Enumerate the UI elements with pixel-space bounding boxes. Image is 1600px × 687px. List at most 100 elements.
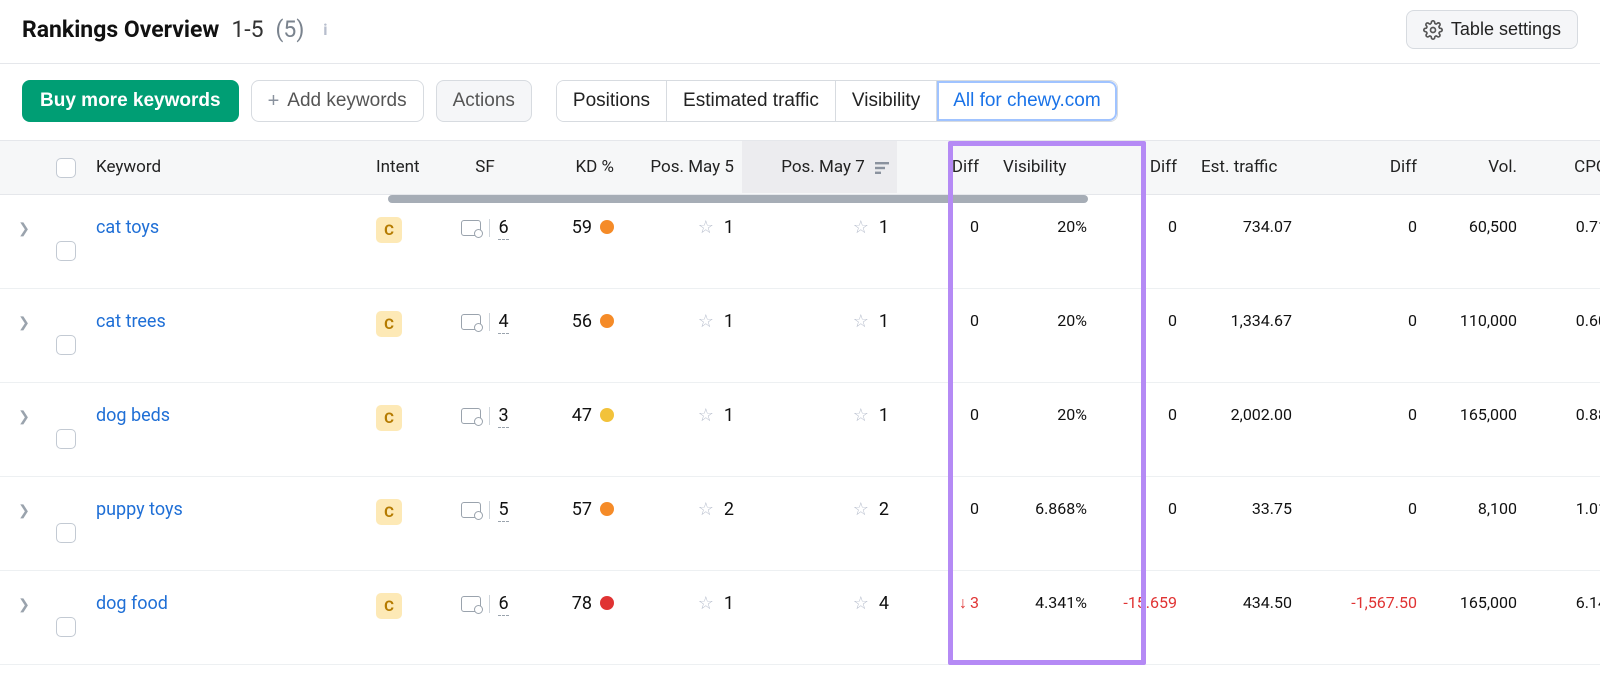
expand-row-chevron-icon[interactable]: ❯ xyxy=(0,383,48,425)
toolbar: Buy more keywords + Add keywords Actions… xyxy=(0,64,1600,140)
intent-badge: C xyxy=(376,217,402,243)
pos-may5: ☆1 xyxy=(698,405,734,426)
plus-icon: + xyxy=(268,91,280,111)
sf-count: 5 xyxy=(498,499,508,522)
star-icon: ☆ xyxy=(853,311,869,332)
th-diff3[interactable]: Diff xyxy=(1300,141,1425,193)
diff-pos: 0 xyxy=(897,383,987,446)
star-icon: ☆ xyxy=(853,593,869,614)
kd-value: 59 xyxy=(572,217,614,238)
diff-visibility: 0 xyxy=(1095,477,1185,540)
page-title: Rankings Overview xyxy=(22,16,219,43)
actions-button[interactable]: Actions xyxy=(436,80,532,122)
vol-value: 165,000 xyxy=(1425,383,1525,446)
serp-features[interactable]: 6 xyxy=(461,217,508,240)
table-settings-label: Table settings xyxy=(1451,19,1561,40)
select-all-checkbox[interactable] xyxy=(56,158,76,178)
diff-visibility: -15.659 xyxy=(1095,571,1185,634)
th-keyword[interactable]: Keyword xyxy=(88,141,368,193)
kd-value: 47 xyxy=(572,405,614,426)
title-wrap: Rankings Overview 1-5 (5) i xyxy=(22,16,334,43)
keyword-link[interactable]: dog food xyxy=(96,593,168,614)
sf-count: 6 xyxy=(498,593,508,616)
kd-dot-icon xyxy=(600,502,614,516)
star-icon: ☆ xyxy=(698,311,714,332)
th-vol[interactable]: Vol. xyxy=(1425,141,1525,193)
row-checkbox[interactable] xyxy=(56,429,76,449)
table-header: Keyword Intent SF KD % Pos. May 5 Pos. M… xyxy=(0,141,1600,195)
pos-may5: ☆1 xyxy=(698,311,734,332)
kd-dot-icon xyxy=(600,314,614,328)
visibility-value: 20% xyxy=(987,289,1095,352)
diff-est: 0 xyxy=(1300,383,1425,446)
diff-pos: 0 xyxy=(897,289,987,352)
seg-positions[interactable]: Positions xyxy=(557,81,667,121)
serp-features[interactable]: 3 xyxy=(461,405,508,428)
table-settings-button[interactable]: Table settings xyxy=(1406,10,1578,49)
est-traffic-value: 2,002.00 xyxy=(1185,383,1300,446)
th-cpc[interactable]: CPC xyxy=(1525,141,1600,193)
row-checkbox[interactable] xyxy=(56,241,76,261)
row-checkbox[interactable] xyxy=(56,523,76,543)
serp-features[interactable]: 4 xyxy=(461,311,508,334)
diff-est: 0 xyxy=(1300,477,1425,540)
buy-keywords-button[interactable]: Buy more keywords xyxy=(22,80,239,122)
expand-row-chevron-icon[interactable]: ❯ xyxy=(0,477,48,519)
seg-est-traffic[interactable]: Estimated traffic xyxy=(667,81,836,121)
cpc-value: 0.88 xyxy=(1525,383,1600,446)
keyword-link[interactable]: puppy toys xyxy=(96,499,183,520)
th-diff2[interactable]: Diff xyxy=(1095,141,1185,193)
visibility-value: 4.341% xyxy=(987,571,1095,634)
expand-row-chevron-icon[interactable]: ❯ xyxy=(0,195,48,237)
sf-count: 6 xyxy=(498,217,508,240)
h-scrollbar[interactable] xyxy=(388,195,1600,203)
diff-est: 0 xyxy=(1300,195,1425,258)
pos-may7: ☆4 xyxy=(853,593,889,614)
kd-value: 56 xyxy=(572,311,614,332)
intent-badge: C xyxy=(376,311,402,337)
th-sf[interactable]: SF xyxy=(440,141,530,193)
table-row: ❯ cat trees C 4 56 ☆1 ☆1 0 20% 0 1,334.6… xyxy=(0,289,1600,383)
table-row: ❯ puppy toys C 5 57 ☆2 ☆2 0 6.868% 0 33.… xyxy=(0,477,1600,571)
vol-value: 8,100 xyxy=(1425,477,1525,540)
star-icon: ☆ xyxy=(698,499,714,520)
th-diff1[interactable]: Diff xyxy=(897,141,987,193)
th-pos-may5[interactable]: Pos. May 5 xyxy=(622,141,742,193)
vol-value: 165,000 xyxy=(1425,571,1525,634)
pos-may5: ☆1 xyxy=(698,217,734,238)
expand-row-chevron-icon[interactable]: ❯ xyxy=(0,289,48,331)
est-traffic-value: 734.07 xyxy=(1185,195,1300,258)
th-kd[interactable]: KD % xyxy=(530,141,622,193)
serp-features[interactable]: 5 xyxy=(461,499,508,522)
keyword-link[interactable]: cat trees xyxy=(96,311,166,332)
seg-all-for[interactable]: All for chewy.com xyxy=(937,81,1116,121)
diff-visibility: 0 xyxy=(1095,383,1185,446)
keyword-link[interactable]: cat toys xyxy=(96,217,159,238)
info-icon[interactable]: i xyxy=(316,21,334,39)
serp-features[interactable]: 6 xyxy=(461,593,508,616)
add-keywords-button[interactable]: + Add keywords xyxy=(251,80,424,122)
row-checkbox[interactable] xyxy=(56,335,76,355)
star-icon: ☆ xyxy=(853,405,869,426)
row-checkbox[interactable] xyxy=(56,617,76,637)
th-est-traffic[interactable]: Est. traffic xyxy=(1185,141,1300,193)
keyword-link[interactable]: dog beds xyxy=(96,405,170,426)
cpc-value: 0.71 xyxy=(1525,195,1600,258)
th-intent[interactable]: Intent xyxy=(368,141,440,193)
diff-pos: 0 xyxy=(897,477,987,540)
visibility-value: 20% xyxy=(987,383,1095,446)
th-pos-may7[interactable]: Pos. May 7 xyxy=(742,141,897,193)
seg-visibility[interactable]: Visibility xyxy=(836,81,937,121)
diff-est: -1,567.50 xyxy=(1300,571,1425,634)
star-icon: ☆ xyxy=(853,499,869,520)
pos-may7: ☆1 xyxy=(853,217,889,238)
expand-row-chevron-icon[interactable]: ❯ xyxy=(0,571,48,613)
kd-dot-icon xyxy=(600,596,614,610)
cpc-value: 0.60 xyxy=(1525,289,1600,352)
sort-asc-icon xyxy=(875,157,889,177)
pos-may7: ☆1 xyxy=(853,311,889,332)
th-visibility[interactable]: Visibility xyxy=(987,141,1095,193)
serp-icon xyxy=(461,408,481,424)
diff-pos: 0 xyxy=(897,195,987,258)
diff-pos: 3 xyxy=(897,571,987,635)
